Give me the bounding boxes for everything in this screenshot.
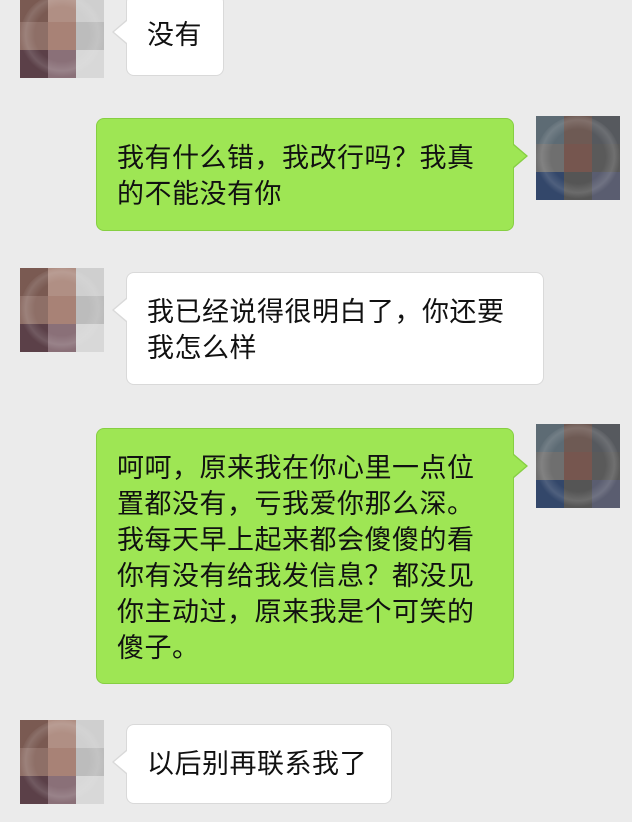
message-text: 呵呵，原来我在你心里一点位置都没有，亏我爱你那么深。我每天早上起来都会傻傻的看你… — [117, 453, 475, 664]
message-bubble-incoming[interactable]: 以后别再联系我了 — [112, 724, 392, 804]
self-avatar[interactable] — [536, 424, 620, 508]
message-bubble-outgoing[interactable]: 我有什么错，我改行吗？我真的不能没有你 — [96, 118, 528, 231]
message-text: 我已经说得很明白了，你还要我怎么样 — [147, 297, 505, 364]
message-bubble-incoming[interactable]: 我已经说得很明白了，你还要我怎么样 — [112, 272, 544, 385]
message-text: 以后别再联系我了 — [147, 749, 367, 780]
chat-screen: { "messages": [ { "side": "in", "text": … — [0, 0, 632, 822]
message-text: 我有什么错，我改行吗？我真的不能没有你 — [117, 143, 475, 210]
self-avatar[interactable] — [536, 116, 620, 200]
contact-avatar[interactable] — [20, 268, 104, 352]
message-bubble-outgoing[interactable]: 呵呵，原来我在你心里一点位置都没有，亏我爱你那么深。我每天早上起来都会傻傻的看你… — [96, 428, 528, 684]
message-text: 没有 — [147, 20, 202, 51]
contact-avatar[interactable] — [20, 720, 104, 804]
message-bubble-incoming[interactable]: 没有 — [112, 0, 224, 76]
contact-avatar[interactable] — [20, 0, 104, 78]
